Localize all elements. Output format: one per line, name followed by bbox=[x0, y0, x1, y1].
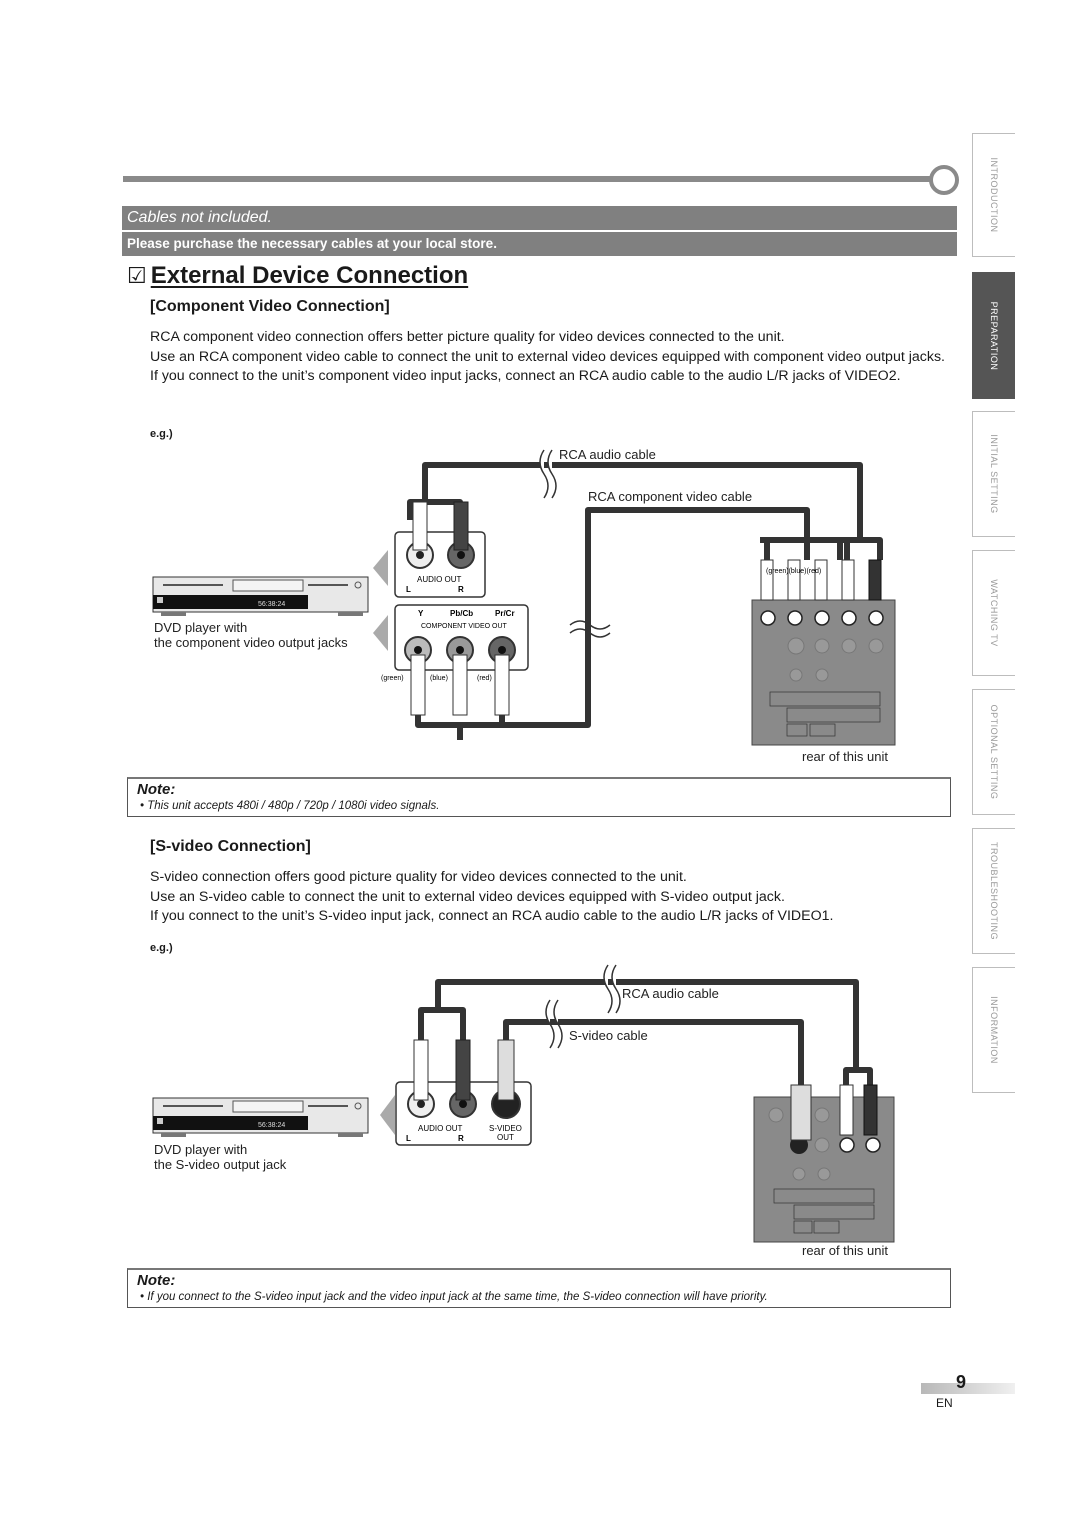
svg-text:AUDIO OUT: AUDIO OUT bbox=[417, 575, 462, 584]
cable-break-icon bbox=[603, 964, 621, 1014]
dvd-player-label: DVD player with the component video outp… bbox=[154, 620, 348, 650]
cable-break-icon bbox=[539, 449, 557, 499]
rca-audio-cable-label: RCA audio cable bbox=[622, 986, 719, 1001]
page-number: 9 bbox=[956, 1372, 967, 1392]
svg-text:OUT: OUT bbox=[497, 1133, 514, 1142]
component-note: Note: • This unit accepts 480i / 480p / … bbox=[127, 777, 951, 817]
page-title-text: External Device Connection bbox=[150, 262, 469, 289]
side-tab-preparation[interactable]: PREPARATION bbox=[972, 272, 1015, 399]
note-item: • This unit accepts 480i / 480p / 720p /… bbox=[140, 800, 440, 812]
svg-text:R: R bbox=[458, 1134, 464, 1143]
svg-text:(blue): (blue) bbox=[430, 675, 448, 682]
example-label: e.g.) bbox=[150, 428, 173, 440]
header-rule bbox=[123, 176, 935, 182]
svg-text:Y: Y bbox=[418, 609, 424, 618]
svg-text:COMPONENT VIDEO OUT: COMPONENT VIDEO OUT bbox=[421, 623, 508, 630]
checkbox-icon: ☑ bbox=[127, 263, 147, 288]
svg-text:AUDIO OUT: AUDIO OUT bbox=[418, 1124, 463, 1133]
svg-text:56:38:24: 56:38:24 bbox=[258, 601, 285, 608]
component-heading: [Component Video Connection] bbox=[150, 298, 390, 315]
side-tab-watching-tv[interactable]: WATCHING TV bbox=[972, 550, 1015, 676]
dvd-player-icon: 56:38:24 bbox=[152, 1097, 369, 1137]
pointer-arrow-icon bbox=[373, 550, 388, 586]
example-label: e.g.) bbox=[150, 942, 173, 954]
side-tab-optional-setting[interactable]: OPTIONAL SETTING bbox=[972, 689, 1015, 815]
cables-not-included-banner: Cables not included. bbox=[122, 206, 957, 230]
purchase-notice-banner: Please purchase the necessary cables at … bbox=[122, 232, 957, 256]
side-tab-troubleshooting[interactable]: TROUBLESHOOTING bbox=[972, 828, 1015, 954]
note-title: Note: bbox=[137, 781, 176, 798]
svideo-connection-diagram: 56:38:24 AUDIO OUT L R S-VIDEO OUT bbox=[152, 964, 895, 1243]
paragraph: S-video connection offers good picture q… bbox=[150, 869, 687, 885]
rca-audio-cable-label: RCA audio cable bbox=[559, 447, 656, 462]
paragraph: RCA component video connection offers be… bbox=[150, 329, 785, 345]
pointer-arrow-icon bbox=[373, 615, 388, 651]
dvd-player-label: DVD player with the S-video output jack bbox=[154, 1142, 287, 1172]
svideo-note: Note: • If you connect to the S-video in… bbox=[127, 1268, 951, 1308]
svg-text:56:38:24: 56:38:24 bbox=[258, 1122, 285, 1129]
svg-text:S-VIDEO: S-VIDEO bbox=[489, 1124, 522, 1133]
side-tab-initial-setting[interactable]: INITIAL SETTING bbox=[972, 411, 1015, 537]
note-item: • If you connect to the S-video input ja… bbox=[140, 1291, 768, 1303]
page-number-bar bbox=[921, 1383, 1015, 1394]
svideo-heading: [S-video Connection] bbox=[150, 838, 311, 855]
language-code: EN bbox=[936, 1396, 953, 1410]
svg-text:(red): (red) bbox=[477, 675, 492, 682]
rca-component-cable-label: RCA component video cable bbox=[588, 489, 753, 504]
paragraph: If you connect to the unit’s S-video inp… bbox=[150, 908, 834, 924]
component-description: RCA component video connection offers be… bbox=[150, 328, 970, 387]
paragraph: Use an RCA component video cable to conn… bbox=[150, 348, 945, 365]
svg-text:(green)(blue)(red): (green)(blue)(red) bbox=[766, 568, 821, 575]
side-tab-information[interactable]: INFORMATION bbox=[972, 967, 1015, 1093]
rear-of-unit-label: rear of this unit bbox=[802, 1243, 888, 1258]
paragraph: Use an S-video cable to connect the unit… bbox=[150, 888, 785, 905]
svg-text:Pb/Cb: Pb/Cb bbox=[450, 609, 473, 618]
note-title: Note: bbox=[137, 1272, 176, 1289]
svideo-description: S-video connection offers good picture q… bbox=[150, 868, 970, 927]
svg-text:(green): (green) bbox=[381, 675, 404, 682]
side-tab-introduction[interactable]: INTRODUCTION bbox=[972, 133, 1015, 257]
svg-text:R: R bbox=[458, 585, 464, 594]
component-connection-diagram: 56:38:24 AUDIO OUT L R Y Pb/Cb Pr/Cr COM… bbox=[152, 449, 896, 746]
dvd-player-icon: 56:38:24 bbox=[152, 576, 369, 616]
svg-text:Pr/Cr: Pr/Cr bbox=[495, 609, 515, 618]
paragraph: If you connect to the unit’s component v… bbox=[150, 368, 901, 384]
tv-rear-panel bbox=[751, 599, 896, 746]
svg-text:L: L bbox=[406, 585, 411, 594]
svideo-cable-label: S-video cable bbox=[569, 1028, 648, 1043]
rear-of-unit-label: rear of this unit bbox=[802, 749, 888, 764]
pointer-arrow-icon bbox=[380, 1095, 395, 1135]
page-title: ☑ External Device Connection bbox=[127, 262, 468, 290]
header-ring-icon bbox=[929, 165, 959, 195]
svg-text:L: L bbox=[406, 1134, 411, 1143]
